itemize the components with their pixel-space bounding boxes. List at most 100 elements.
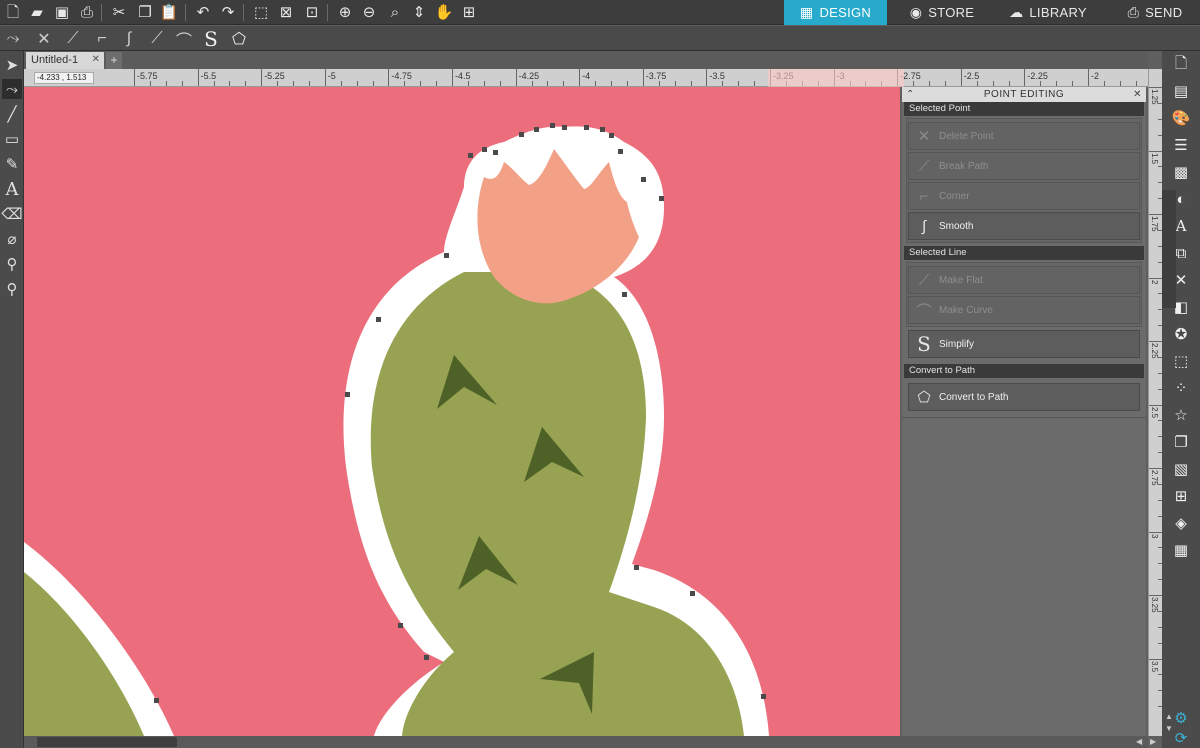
delete-point-icon[interactable]: ✕ [33,28,55,49]
corner-point-icon[interactable]: ⌐ [91,28,113,49]
ruler-tick [149,81,151,86]
close-panel-icon[interactable]: ✕ [1133,87,1142,102]
deselect-icon[interactable]: ⊠ [276,3,296,22]
knife-tool-icon[interactable]: ⌀ [2,229,22,249]
break-path-button[interactable]: ⟋ Break Path [908,152,1140,180]
vertical-scroll-thumb[interactable] [1162,190,1176,308]
panel-title: POINT EDITING [983,89,1065,100]
offset-icon[interactable]: ✪ [1171,324,1191,344]
delete-point-button[interactable]: ✕ Delete Point [908,122,1140,150]
break-path-icon: ⟋ [918,157,930,175]
smooth-button[interactable]: ∫ Smooth [908,212,1140,240]
make-curve-icon[interactable]: ⌒ [173,28,195,50]
knife-hatch-icon[interactable]: ▧ [1171,459,1191,479]
pan-hand-icon[interactable]: ✋ [434,3,454,22]
ruler-tick [1149,150,1162,152]
redo-icon[interactable]: ↷ [218,3,238,22]
simplify-button[interactable]: S Simplify [908,330,1140,358]
ruler-tick [245,81,247,86]
copy-icon[interactable]: ❐ [135,3,155,22]
ruler-tick-label: -4.5 [455,71,471,81]
line-style-icon[interactable]: ☰ [1171,135,1191,155]
horizontal-scroll-thumb[interactable] [37,737,177,747]
new-document-icon[interactable]: 🗋 [3,3,23,22]
tab-store-label: STORE [928,5,975,20]
scroll-up-icon[interactable]: ▲ [1163,712,1175,722]
ruler-tick [372,81,374,86]
convert-to-path-button[interactable]: ⬠ Convert to Path [908,383,1140,411]
simplify-s-icon: S [917,332,931,356]
sketch-icon[interactable]: ⁘ [1171,378,1191,398]
select-by-color-icon[interactable]: ⊡ [302,3,322,22]
open-folder-icon[interactable]: ▰ [27,3,47,22]
ruler-tick-label: -2.25 [1027,71,1048,81]
ruler-tick-label: 3.5 [1150,660,1159,672]
zoom-out-icon[interactable]: ⊖ [359,3,379,22]
eyedropper-alt-icon[interactable]: ⚲ [2,279,22,299]
cutter-icon: ⎙ [1127,4,1140,20]
ruler-tick [1072,81,1074,86]
page-setup-icon[interactable]: 🗋 [1171,55,1191,75]
eyedropper-tool-icon[interactable]: ⚲ [2,254,22,274]
ruler-tick [1008,81,1010,86]
move-arrows-icon[interactable]: ⇕ [409,3,429,22]
line-tool-icon[interactable]: ╱ [2,104,22,124]
zoom-in-icon[interactable]: ⊕ [335,3,355,22]
make-curve-button[interactable]: ⌒ Make Curve [908,296,1140,324]
paste-icon[interactable]: 📋 [159,3,179,22]
edit-points-tool-icon[interactable]: ⤳ [2,79,22,99]
smooth-point-icon[interactable]: ∫ [118,28,140,49]
corner-button[interactable]: ⌐ Corner [908,182,1140,210]
trace-icon[interactable]: ⬚ [1171,351,1191,371]
make-flat-icon[interactable]: ⟋ [146,28,168,49]
select-arrow-icon[interactable]: ➤ [2,55,22,75]
text-tool-icon[interactable]: A [2,179,22,200]
replicate-icon[interactable]: ☆ [1171,405,1191,425]
scroll-right-icon[interactable]: ▶ [1150,737,1162,747]
close-tab-icon[interactable]: ✕ [92,54,100,65]
scroll-down-icon[interactable]: ▼ [1163,724,1175,734]
design-canvas[interactable] [24,87,900,736]
print-cut-icon[interactable]: ◈ [1171,513,1191,533]
break-path-label: Break Path [939,160,989,172]
select-all-icon[interactable]: ⬚ [251,3,271,22]
rectangle-tool-icon[interactable]: ▭ [2,129,22,149]
collapse-panel-icon[interactable]: ⌃ [906,87,915,102]
ruler-tick-label: -4 [582,71,591,81]
make-flat-icon: ⟋ [918,271,930,289]
scroll-left-icon[interactable]: ◀ [1136,737,1148,747]
break-path-icon[interactable]: ⟋ [62,28,84,49]
convert-to-path-icon[interactable]: ⬠ [228,28,250,49]
cactus-artwork[interactable] [24,87,900,736]
pencil-tool-icon[interactable]: ✎ [2,154,22,174]
pixscan-icon[interactable]: ▤ [1171,81,1191,101]
eraser-tool-icon[interactable]: ⌫ [1,204,22,224]
document-tab[interactable]: Untitled-1 ✕ [26,52,104,69]
horizontal-scrollbar[interactable] [24,736,1148,748]
tab-library[interactable]: ☁ LIBRARY [998,0,1098,25]
undo-icon[interactable]: ↶ [193,3,213,22]
make-flat-button[interactable]: ⟋ Make Flat [908,266,1140,294]
smooth-icon: ∫ [921,217,927,235]
ruler-tick-label: -3.75 [645,71,667,81]
simplify-icon[interactable]: S [200,27,222,51]
tab-send[interactable]: ⎙ SEND [1110,0,1200,25]
fit-page-icon[interactable]: ⊞ [459,3,479,22]
pattern-icon[interactable]: ▩ [1171,162,1191,182]
panel-header: ⌃ POINT EDITING ✕ [902,87,1146,102]
cut-icon[interactable]: ✂ [109,3,129,22]
tab-design[interactable]: ▦ DESIGN [784,0,887,25]
nesting-icon[interactable]: ❐ [1171,432,1191,452]
ruler-tick [1119,81,1121,86]
tab-store[interactable]: ◉ STORE [897,0,987,25]
save-icon[interactable]: ▣ [52,3,72,22]
print-icon[interactable]: ⎙ [77,3,97,22]
edit-points-icon[interactable]: ⤳ [2,28,24,49]
fill-palette-icon[interactable]: 🎨 [1171,108,1191,128]
add-tab-button[interactable]: + [106,52,122,69]
ruler-tick [690,81,692,86]
library-icon[interactable]: ▦ [1171,540,1191,560]
weld-icon[interactable]: ⊞ [1171,486,1191,506]
zoom-fit-icon[interactable]: ⌕ [385,3,405,22]
ruler-tick [261,69,263,86]
